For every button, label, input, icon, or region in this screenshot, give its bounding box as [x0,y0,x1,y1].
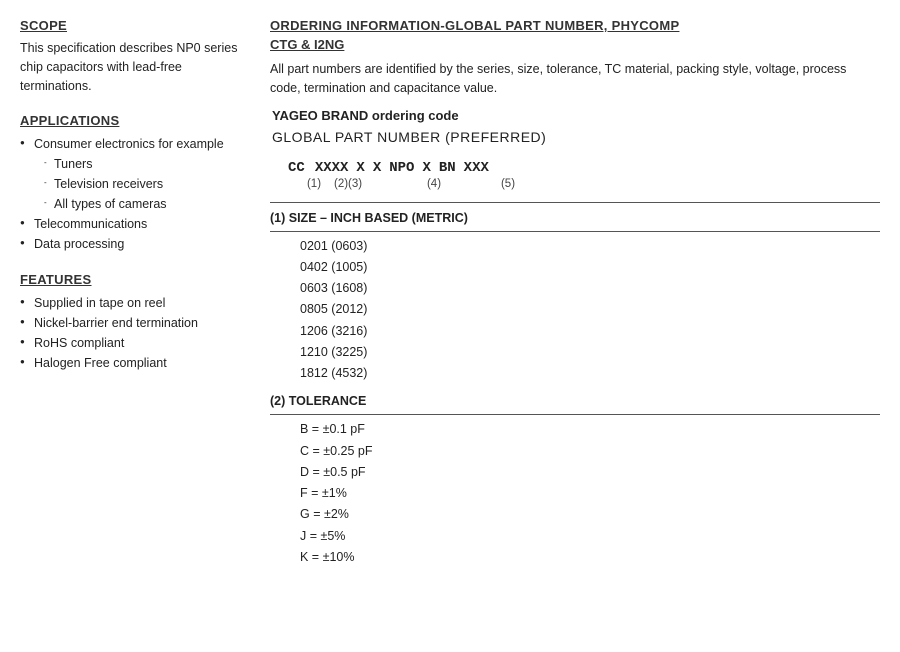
main-title: ORDERING INFORMATION-GLOBAL PART NUMBER,… [270,18,880,33]
pn-x1: X [356,160,364,176]
list-item: Data processing [20,234,242,254]
divider-3 [270,414,880,415]
applications-list: Consumer electronics for example Tuners … [20,134,242,254]
pn-bn: BN [439,160,456,176]
tolerance-item: G = ±2% [300,504,880,525]
scope-section: SCOPE This specification describes NP0 s… [20,18,242,95]
list-item: RoHS compliant [20,333,242,353]
right-column: ORDERING INFORMATION-GLOBAL PART NUMBER,… [260,18,880,568]
divider-2 [270,231,880,232]
size-section: (1) SIZE – INCH BASED (METRIC) 0201 (060… [270,211,880,385]
applications-section: APPLICATIONS Consumer electronics for ex… [20,113,242,254]
left-column: SCOPE This specification describes NP0 s… [20,18,260,568]
part-number-row: CC XXXX X X NPO X BN XXX [288,160,880,176]
tolerance-item: B = ±0.1 pF [300,419,880,440]
size-item: 1210 (3225) [300,342,880,363]
tolerance-item: F = ±1% [300,483,880,504]
size-item: 0603 (1608) [300,278,880,299]
list-item: All types of cameras [44,194,242,214]
subtitle: CTG & I2NG [270,37,880,52]
divider-1 [270,202,880,203]
pn-cc: CC [288,160,305,176]
size-item: 0805 (2012) [300,299,880,320]
features-list: Supplied in tape on reel Nickel-barrier … [20,293,242,373]
size-item: 1812 (4532) [300,363,880,384]
features-section: FEATURES Supplied in tape on reel Nickel… [20,272,242,373]
pn-x2: X [373,160,381,176]
size-header: (1) SIZE – INCH BASED (METRIC) [270,211,880,225]
pn-npo: NPO [389,160,414,176]
list-item: Consumer electronics for example Tuners … [20,134,242,214]
tolerance-header: (2) TOLERANCE [270,394,880,408]
tolerance-item: D = ±0.5 pF [300,462,880,483]
tolerance-item: C = ±0.25 pF [300,441,880,462]
size-item: 1206 (3216) [300,321,880,342]
tolerance-item: J = ±5% [300,526,880,547]
brand-label: YAGEO BRAND ordering code [272,108,880,123]
scope-text: This specification describes NP0 series … [20,39,242,95]
pn-x3: X [422,160,430,176]
pn-xxxx: XXXX [315,160,349,176]
desc-text: All part numbers are identified by the s… [270,60,880,98]
list-item: Tuners [44,154,242,174]
size-item: 0402 (1005) [300,257,880,278]
tolerance-section: (2) TOLERANCE B = ±0.1 pF C = ±0.25 pF D… [270,394,880,568]
applications-title: APPLICATIONS [20,113,242,128]
list-item: Telecommunications [20,214,242,234]
list-item: Nickel-barrier end termination [20,313,242,333]
tolerance-item: K = ±10% [300,547,880,568]
list-item: Halogen Free compliant [20,353,242,373]
part-number-block: CC XXXX X X NPO X BN XXX (1) (2) ( [278,160,880,190]
size-item: 0201 (0603) [300,236,880,257]
features-title: FEATURES [20,272,242,287]
list-item: Television receivers [44,174,242,194]
part-number-labels: (1) (2) (3) (4) (5) [288,178,880,190]
list-item-text: Consumer electronics for example [34,137,224,151]
sub-list: Tuners Television receivers All types of… [44,154,242,214]
list-item: Supplied in tape on reel [20,293,242,313]
pn-xxx: XXX [464,160,489,176]
main-layout: SCOPE This specification describes NP0 s… [20,18,880,568]
global-part-label: GLOBAL PART NUMBER (PREFERRED) [272,129,880,146]
scope-title: SCOPE [20,18,242,33]
